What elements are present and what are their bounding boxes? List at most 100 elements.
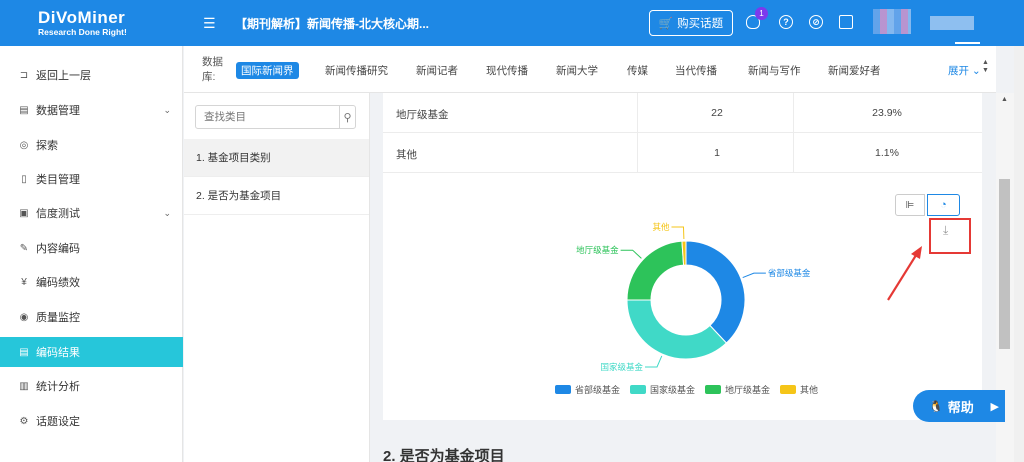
help-circle-icon[interactable]: ? bbox=[779, 15, 793, 29]
sidebar-item-statistics[interactable]: ▥ 统计分析 bbox=[0, 371, 183, 401]
db-tab[interactable]: 现代传播 bbox=[486, 63, 528, 78]
notification-badge: 1 bbox=[755, 7, 768, 20]
user-underline bbox=[955, 42, 980, 44]
file-icon: ▤ bbox=[19, 104, 29, 116]
sidebar-item-results[interactable]: ▤ 编码结果 bbox=[0, 337, 183, 367]
check-doc-icon: ▣ bbox=[19, 207, 29, 219]
buy-topic-label: 购买话题 bbox=[677, 18, 724, 30]
db-tab[interactable]: 新闻爱好者 bbox=[828, 63, 881, 78]
scroll-up-icon[interactable]: ▲ bbox=[1001, 96, 1008, 103]
help-button[interactable]: 🐧 帮助 ▶ bbox=[913, 390, 1005, 422]
pie-leader-line bbox=[671, 226, 685, 240]
chevron-down-icon: ⌄ bbox=[163, 104, 171, 115]
chevron-down-icon: ⌄ bbox=[971, 65, 981, 77]
brand-name: DiVoMiner bbox=[38, 8, 126, 27]
sidebar-item-label: 质量监控 bbox=[36, 312, 80, 324]
penguin-icon: 🐧 bbox=[929, 400, 943, 413]
pie-slice[interactable] bbox=[626, 299, 728, 360]
legend-swatch bbox=[555, 385, 571, 394]
pie-leader-line bbox=[742, 272, 766, 279]
legend-item[interactable]: 地厅级基金 bbox=[705, 383, 770, 396]
brand-slogan: Research Done Right! bbox=[38, 27, 127, 37]
cart-icon: 🛒 bbox=[658, 18, 674, 30]
sidebar-item-label: 编码结果 bbox=[36, 347, 80, 359]
db-tab[interactable]: 新闻与写作 bbox=[748, 63, 801, 78]
back-icon: ⊐ bbox=[19, 69, 29, 81]
sidebar-item-reliability[interactable]: ▣ 信度测试 ⌄ bbox=[0, 198, 183, 228]
legend-item[interactable]: 国家级基金 bbox=[630, 383, 695, 396]
sidebar-item-performance[interactable]: ¥ 编码绩效 bbox=[0, 267, 183, 297]
section-title: 2. 是否为基金项目 bbox=[383, 448, 505, 462]
database-label: 数据库: bbox=[202, 56, 223, 83]
db-tab[interactable]: 新闻记者 bbox=[416, 63, 458, 78]
pie-slice[interactable] bbox=[685, 240, 746, 344]
sidebar-item-label: 统计分析 bbox=[36, 381, 80, 393]
sidebar-item-label: 话题设定 bbox=[36, 416, 80, 428]
db-tab[interactable]: 新闻传播研究 bbox=[325, 63, 388, 78]
pie-label: 其他 bbox=[652, 222, 670, 232]
coin-icon: ¥ bbox=[21, 276, 27, 288]
db-tab[interactable]: 新闻大学 bbox=[556, 63, 598, 78]
sidebar-item-coding[interactable]: ✎ 内容编码 bbox=[0, 233, 183, 263]
spinner-arrows[interactable]: ▲ ▼ bbox=[982, 59, 989, 75]
expand-button[interactable]: 展开 ⌄ bbox=[948, 63, 981, 78]
gear-icon: ⚙ bbox=[19, 415, 29, 427]
pie-label: 地厅级基金 bbox=[576, 245, 619, 255]
sidebar-item-label: 信度测试 bbox=[36, 208, 80, 220]
legend-item[interactable]: 其他 bbox=[780, 383, 818, 396]
sidebar-item-explore[interactable]: ◎ 探索 bbox=[0, 130, 183, 160]
doc-icon: ▯ bbox=[21, 173, 27, 185]
pie-slice[interactable] bbox=[626, 240, 685, 301]
avatar[interactable] bbox=[873, 9, 911, 34]
sidebar-item-label: 内容编码 bbox=[36, 243, 80, 255]
pie-leader-line bbox=[645, 355, 663, 368]
copy-icon[interactable] bbox=[839, 15, 853, 29]
sidebar: ⊐ 返回上一层 ▤ 数据管理 ⌄ ◎ 探索 ▯ 类目管理 ▣ 信度测试 ⌄ ✎ … bbox=[0, 46, 183, 462]
database-bar: 数据库: 国际新闻界 新闻传播研究 新闻记者 现代传播 新闻大学 传媒 当代传播… bbox=[184, 46, 996, 93]
db-tab[interactable]: 传媒 bbox=[627, 63, 648, 78]
pie-label: 省部级基金 bbox=[768, 268, 811, 278]
sidebar-item-label: 数据管理 bbox=[36, 105, 80, 117]
legend-label: 国家级基金 bbox=[650, 385, 696, 395]
buy-topic-button[interactable]: 🛒 购买话题 bbox=[649, 10, 733, 36]
legend-label: 省部级基金 bbox=[575, 385, 621, 395]
category-search-input[interactable] bbox=[196, 106, 339, 128]
top-header: DiVoMiner Research Done Right! ☰ 【期刊解析】新… bbox=[0, 0, 1024, 46]
sidebar-item-data[interactable]: ▤ 数据管理 ⌄ bbox=[0, 95, 183, 125]
legend-item[interactable]: 省部级基金 bbox=[555, 383, 620, 396]
db-tab[interactable]: 当代传播 bbox=[675, 63, 717, 78]
category-search: ⚲ bbox=[195, 105, 356, 129]
page-title: 【期刊解析】新闻传播-北大核心期... bbox=[235, 17, 429, 31]
bar-chart-icon: ▥ bbox=[19, 380, 29, 392]
chevron-right-icon: ▶ bbox=[990, 400, 999, 413]
sidebar-item-back[interactable]: ⊐ 返回上一层 bbox=[0, 60, 183, 90]
expand-label: 展开 bbox=[948, 65, 969, 77]
scroll-thumb[interactable] bbox=[999, 179, 1010, 349]
search-icon[interactable]: ⚲ bbox=[339, 106, 355, 128]
legend-swatch bbox=[780, 385, 797, 394]
pie-leader-line bbox=[620, 249, 642, 259]
sidebar-item-label: 返回上一层 bbox=[36, 70, 91, 82]
username-blurred[interactable] bbox=[930, 16, 974, 30]
legend-swatch bbox=[705, 385, 722, 394]
sidebar-item-label: 类目管理 bbox=[36, 174, 80, 186]
legend-label: 地厅级基金 bbox=[725, 385, 771, 395]
eye-icon: ◉ bbox=[19, 311, 29, 323]
pen-icon: ✎ bbox=[19, 242, 29, 254]
menu-fold-icon[interactable]: ☰ bbox=[203, 15, 216, 32]
compass-icon[interactable]: ⊘ bbox=[809, 15, 823, 29]
sidebar-item-categories[interactable]: ▯ 类目管理 bbox=[0, 164, 183, 194]
sidebar-item-quality[interactable]: ◉ 质量监控 bbox=[0, 302, 183, 332]
db-tab[interactable]: 国际新闻界 bbox=[236, 62, 299, 79]
compass-icon: ◎ bbox=[19, 139, 29, 151]
page-scrollbar[interactable] bbox=[1014, 46, 1024, 462]
chart-legend: 省部级基金 国家级基金 地厅级基金 其他 bbox=[555, 383, 818, 396]
logo[interactable]: DiVoMiner Research Done Right! bbox=[0, 0, 183, 46]
sidebar-item-label: 探索 bbox=[36, 140, 58, 152]
list-icon: ▤ bbox=[19, 346, 29, 358]
sidebar-item-settings[interactable]: ⚙ 话题设定 bbox=[0, 406, 183, 436]
category-item[interactable]: 1. 基金项目类别 bbox=[184, 139, 369, 177]
sidebar-item-label: 编码绩效 bbox=[36, 277, 80, 289]
legend-swatch bbox=[630, 385, 647, 394]
category-item[interactable]: 2. 是否为基金项目 bbox=[184, 177, 369, 215]
